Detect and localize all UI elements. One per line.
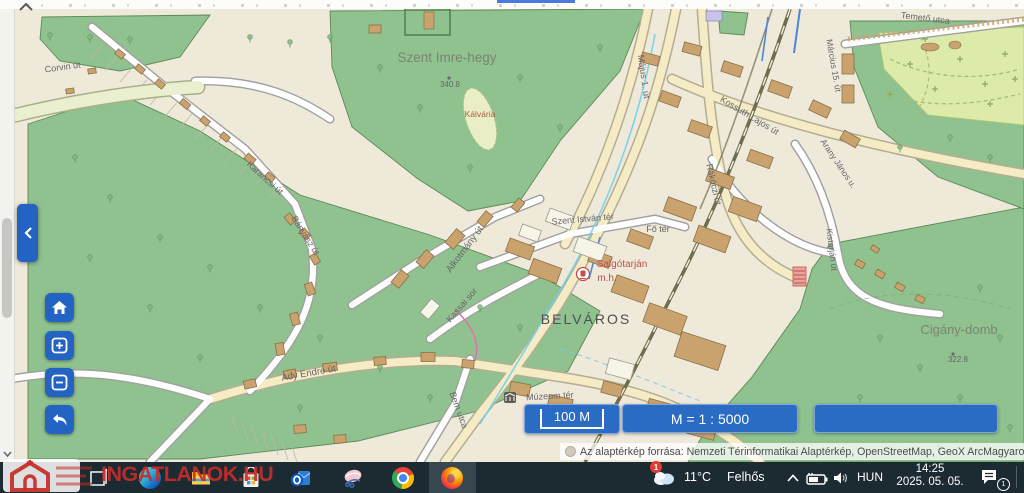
weather-temp[interactable]: 11°C: [684, 470, 711, 484]
map-canvas[interactable]: Corvin útSzent Imre-hegy340.8KálváriaTem…: [0, 9, 1024, 462]
home-button[interactable]: [45, 293, 74, 322]
show-desktop-divider[interactable]: [1016, 466, 1017, 488]
attribution-text: Az alaptérkép forrása: Nemzeti Térinform…: [580, 446, 1024, 458]
chrome-icon[interactable]: [392, 467, 414, 489]
scale-bar-button[interactable]: 100 M: [524, 404, 620, 434]
top-cutoff-strip: [0, 0, 1024, 9]
attribution-bar: Az alaptérkép forrása: Nemzeti Térinform…: [560, 443, 1024, 460]
watermark-house-icon: [8, 460, 96, 492]
map-label: Cigány-domb: [920, 322, 997, 337]
map-label: BELVÁROS: [541, 311, 631, 327]
weather-badge: 1: [650, 461, 662, 473]
speaker-icon[interactable]: [833, 471, 849, 485]
map-label: m.h.: [597, 273, 616, 284]
map-label: 322.8: [948, 355, 969, 364]
tray-time: 14:25: [893, 463, 967, 476]
zoom-out-button[interactable]: [45, 368, 74, 397]
left-scrollbar-track[interactable]: [0, 9, 15, 462]
language-indicator[interactable]: HUN: [857, 470, 883, 484]
weather-desc[interactable]: Felhős: [727, 470, 765, 484]
undo-arrow-icon: [51, 413, 69, 427]
screen: Corvin útSzent Imre-hegy340.8KálváriaTem…: [0, 0, 1024, 493]
zoom-out-icon: [51, 374, 68, 391]
scale-ratio-button[interactable]: M = 1 : 5000: [622, 404, 798, 433]
zoom-in-button[interactable]: [45, 331, 74, 360]
museum-icon: [504, 392, 516, 403]
firefox-icon[interactable]: [441, 467, 463, 489]
scale-distance: 100 M: [540, 409, 604, 429]
collapse-up-icon[interactable]: [17, 1, 35, 15]
chevron-left-icon: [23, 226, 33, 240]
tray-date: 2025. 05. 05.: [893, 476, 967, 489]
tray-clock[interactable]: 14:25 2025. 05. 05.: [893, 463, 967, 489]
scale-ratio: M = 1 : 5000: [671, 411, 749, 427]
zoom-in-icon: [51, 337, 68, 354]
battery-icon[interactable]: [806, 472, 828, 485]
panel-collapse-tab[interactable]: [17, 204, 38, 262]
home-icon: [51, 300, 68, 315]
map-label: Salgótarján: [597, 259, 648, 270]
outlook-icon[interactable]: [290, 467, 312, 489]
undo-button[interactable]: [45, 405, 74, 434]
empty-blue-button[interactable]: [814, 404, 998, 433]
attribution-icon: [565, 446, 576, 457]
text-fragments: [0, 4, 1024, 7]
notification-badge: 1: [997, 478, 1010, 491]
action-center-icon[interactable]: [980, 469, 998, 485]
scroll-down-icon[interactable]: [2, 449, 13, 459]
left-scrollbar-thumb[interactable]: [2, 218, 12, 318]
tray-chevron-up-icon[interactable]: [786, 473, 800, 483]
map-label: Fő tér: [646, 224, 670, 234]
train-station-icon: [577, 268, 590, 281]
map-label: Szent Imre-hegy: [397, 50, 496, 65]
snipping-tool-icon[interactable]: [342, 467, 364, 489]
map-label: 340.8: [440, 80, 461, 89]
blue-fragment: [497, 0, 575, 3]
map-label: Kálvária: [465, 109, 496, 119]
watermark-brand: INGATLANOK.HU: [101, 462, 273, 487]
